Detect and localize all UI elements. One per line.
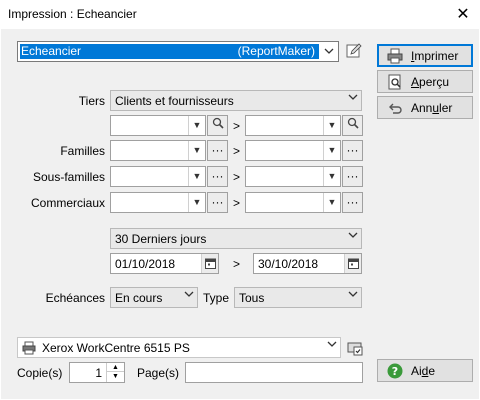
- copies-label: Copie(s): [17, 366, 63, 380]
- tiers-value: Clients et fournisseurs: [115, 94, 234, 108]
- dropdown-arrow-icon[interactable]: ▼: [188, 116, 205, 135]
- range-separator: >: [233, 196, 241, 210]
- familles-label: Familles: [60, 144, 105, 158]
- spin-up-icon[interactable]: ▲: [106, 363, 124, 372]
- pages-input[interactable]: [185, 362, 363, 383]
- more-icon: ···: [346, 195, 359, 209]
- dropdown-arrow-icon[interactable]: ▼: [323, 193, 340, 212]
- more-icon: ···: [346, 143, 359, 157]
- window-title: Impression : Echeancier: [8, 7, 137, 21]
- sousfamilles-to-field[interactable]: ▼: [245, 166, 341, 187]
- chevron-down-icon[interactable]: [324, 45, 334, 60]
- date-from-value: 01/10/2018: [115, 257, 176, 271]
- tiers-to-field[interactable]: ▼: [245, 115, 341, 136]
- printer-name: Xerox WorkCentre 6515 PS: [42, 341, 190, 355]
- dialog-body: Echeancier (ReportMaker) Imprimer Aperçu…: [1, 29, 479, 399]
- sousfamilles-label: Sous-familles: [32, 170, 105, 184]
- preview-label-mnemonic: A: [411, 75, 420, 89]
- sousfamilles-from-more-button[interactable]: ···: [207, 166, 228, 187]
- dropdown-arrow-icon[interactable]: ▼: [323, 141, 340, 160]
- printer-settings-icon[interactable]: [346, 339, 364, 357]
- more-icon: ···: [211, 169, 224, 183]
- more-icon: ···: [211, 143, 224, 157]
- date-to-field[interactable]: 30/10/2018: [253, 253, 362, 274]
- type-value: Tous: [239, 291, 265, 305]
- help-icon: ?: [387, 363, 403, 379]
- tiers-label: Tiers: [78, 94, 105, 108]
- preview-label-post: perçu: [419, 75, 450, 89]
- range-separator: >: [233, 144, 241, 158]
- chevron-down-icon: [344, 288, 361, 307]
- sousfamilles-from-field[interactable]: ▼: [110, 166, 206, 187]
- calendar-icon[interactable]: [201, 254, 218, 273]
- pages-label: Page(s): [137, 366, 180, 380]
- date-range-separator: >: [233, 257, 241, 271]
- copies-value: 1: [95, 366, 102, 380]
- chevron-down-icon: [344, 229, 361, 248]
- help-label-pre: Ai: [411, 364, 422, 378]
- familles-from-more-button[interactable]: ···: [207, 140, 228, 161]
- preview-icon: [387, 74, 403, 90]
- chevron-down-icon: [323, 338, 340, 357]
- dropdown-arrow-icon[interactable]: ▼: [323, 116, 340, 135]
- undo-icon: [387, 100, 403, 116]
- type-label: Type: [203, 291, 230, 305]
- search-icon: [212, 117, 224, 132]
- tiers-from-search-button[interactable]: [207, 115, 228, 136]
- date-to-value: 30/10/2018: [258, 257, 319, 271]
- range-separator: >: [233, 170, 241, 184]
- printer-select[interactable]: Xerox WorkCentre 6515 PS: [17, 337, 341, 358]
- familles-from-field[interactable]: ▼: [110, 140, 206, 161]
- print-button[interactable]: Imprimer: [377, 44, 473, 67]
- date-from-field[interactable]: 01/10/2018: [110, 253, 219, 274]
- familles-to-more-button[interactable]: ···: [342, 140, 363, 161]
- dropdown-arrow-icon[interactable]: ▼: [188, 193, 205, 212]
- chevron-down-icon: [344, 91, 361, 110]
- print-label-post: mprimer: [414, 49, 459, 63]
- more-icon: ···: [346, 169, 359, 183]
- report-tag: (ReportMaker): [237, 44, 315, 58]
- commerciaux-from-more-button[interactable]: ···: [207, 192, 228, 213]
- preview-button[interactable]: Aperçu: [377, 70, 473, 93]
- printer-icon: [387, 48, 403, 64]
- cancel-button[interactable]: Annuler: [377, 96, 473, 119]
- type-select[interactable]: Tous: [234, 287, 362, 308]
- help-button[interactable]: ? Aide: [377, 359, 473, 382]
- cancel-label-post: ler: [439, 101, 453, 115]
- period-select[interactable]: 30 Derniers jours: [110, 228, 362, 249]
- range-separator: >: [233, 119, 241, 133]
- dropdown-arrow-icon[interactable]: ▼: [188, 141, 205, 160]
- echeances-label: Echéances: [45, 291, 105, 305]
- edit-icon[interactable]: [345, 42, 363, 60]
- cancel-label-pre: Ann: [411, 101, 433, 115]
- tiers-from-field[interactable]: ▼: [110, 115, 206, 136]
- search-icon: [347, 117, 359, 132]
- echeances-select[interactable]: En cours: [110, 287, 198, 308]
- familles-to-field[interactable]: ▼: [245, 140, 341, 161]
- period-value: 30 Derniers jours: [115, 232, 207, 246]
- svg-text:?: ?: [392, 365, 398, 378]
- commerciaux-to-field[interactable]: ▼: [245, 192, 341, 213]
- help-label-post: e: [428, 364, 436, 378]
- chevron-down-icon: [180, 288, 197, 307]
- sousfamilles-to-more-button[interactable]: ···: [342, 166, 363, 187]
- report-select[interactable]: Echeancier (ReportMaker): [17, 41, 339, 62]
- copies-stepper[interactable]: 1 ▲ ▼: [69, 362, 125, 383]
- calendar-icon[interactable]: [344, 254, 361, 273]
- echeances-value: En cours: [115, 291, 163, 305]
- tiers-select[interactable]: Clients et fournisseurs: [110, 90, 362, 111]
- commerciaux-from-field[interactable]: ▼: [110, 192, 206, 213]
- more-icon: ···: [211, 195, 224, 209]
- close-icon[interactable]: ✕: [446, 0, 480, 29]
- dropdown-arrow-icon[interactable]: ▼: [323, 167, 340, 186]
- report-name: Echeancier: [21, 44, 82, 58]
- commerciaux-label: Commerciaux: [30, 196, 105, 210]
- commerciaux-to-more-button[interactable]: ···: [342, 192, 363, 213]
- dropdown-arrow-icon[interactable]: ▼: [188, 167, 205, 186]
- title-bar: Impression : Echeancier ✕: [0, 0, 480, 29]
- spin-down-icon[interactable]: ▼: [106, 372, 124, 382]
- tiers-to-search-button[interactable]: [342, 115, 363, 136]
- printer-small-icon: [22, 341, 36, 358]
